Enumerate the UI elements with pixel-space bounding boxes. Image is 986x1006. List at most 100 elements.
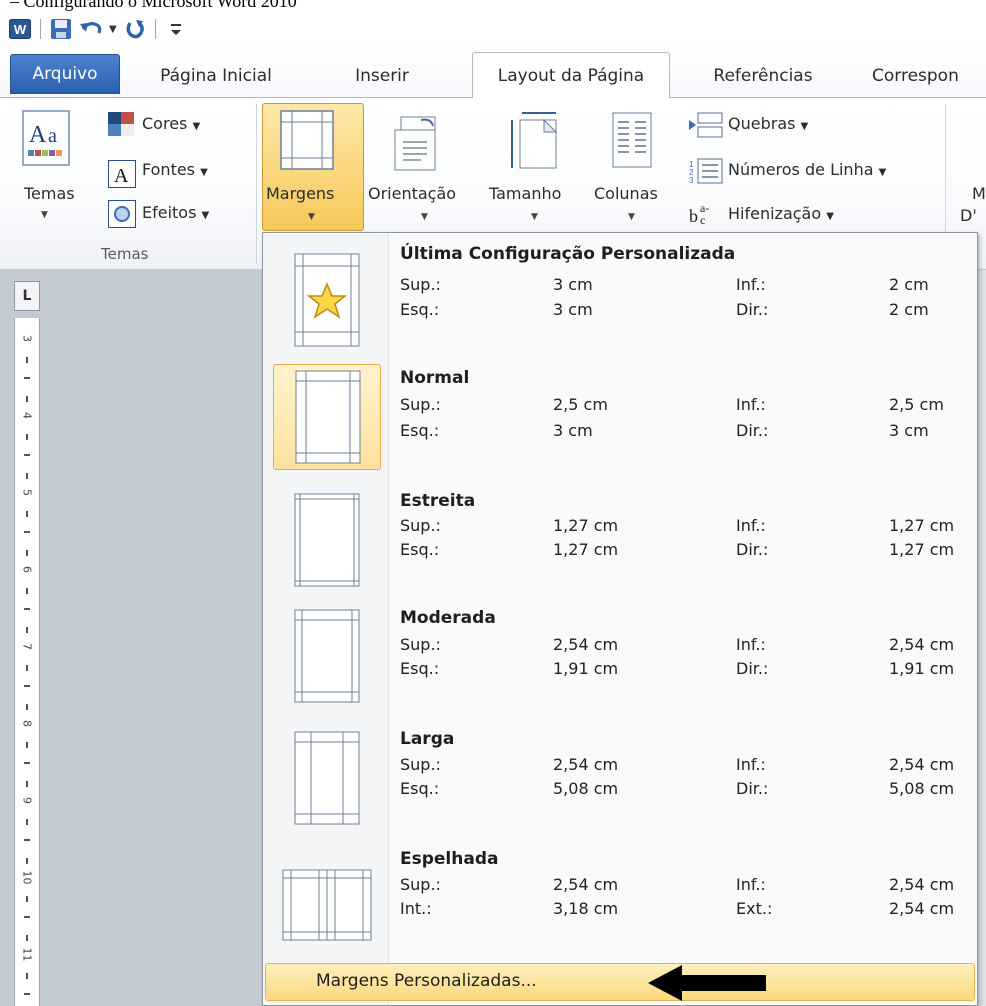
fonts-button[interactable]: Fontes ▼ [142, 160, 208, 179]
size-icon[interactable] [508, 110, 558, 174]
margin-preview-box [273, 726, 381, 832]
value-top: 2,54 cm [553, 755, 619, 774]
orientation-label[interactable]: Orientação [368, 184, 456, 203]
label-bottom: Inf.: [736, 875, 766, 894]
ruler-tick-mark [26, 357, 28, 364]
value-left: 5,08 cm [553, 779, 619, 798]
tab-insert[interactable]: Inserir [340, 59, 424, 93]
tab-references[interactable]: Referências [698, 59, 828, 93]
ruler-number: 5 [20, 489, 34, 496]
line-numbers-button[interactable]: Números de Linha ▼ [728, 160, 886, 179]
orientation-dropdown-icon[interactable]: ▼ [421, 212, 428, 222]
hyphenation-icon: b a-c [688, 200, 726, 230]
label-top: Sup.: [400, 635, 441, 654]
document-edge [978, 270, 986, 1006]
ruler-tick-mark [24, 453, 30, 456]
group-separator [256, 104, 257, 264]
margin-option-moderate[interactable]: Moderada Sup.: 2,54 cm Inf.: 2,54 cm Esq… [267, 600, 973, 716]
margin-preview-icon [295, 370, 361, 464]
ruler-tick-mark [26, 665, 28, 672]
tab-selector-button[interactable]: L [14, 281, 40, 311]
effects-button[interactable]: Efeitos ▼ [142, 203, 209, 222]
label-top: Sup.: [400, 275, 441, 294]
margin-preview-icon [294, 493, 360, 587]
label-inside: Int.: [400, 899, 432, 918]
effects-icon [108, 200, 136, 232]
margin-option-wide[interactable]: Larga Sup.: 2,54 cm Inf.: 2,54 cm Esq.: … [267, 722, 973, 838]
margin-option-title: Normal [400, 368, 470, 388]
svg-text:b: b [689, 206, 698, 226]
fonts-label: Fontes [142, 160, 196, 179]
label-left: Esq.: [400, 421, 440, 440]
ruler-tick-mark [26, 973, 28, 980]
themes-dropdown-icon[interactable]: ▼ [41, 210, 48, 220]
label-top: Sup.: [400, 875, 441, 894]
ruler-number: 9 [20, 797, 34, 804]
value-top: 2,5 cm [553, 395, 608, 414]
margin-preview-box [273, 488, 381, 594]
margin-preview-box [273, 846, 381, 952]
tab-mailings[interactable]: Correspon [872, 59, 986, 93]
label-bottom: Inf.: [736, 635, 766, 654]
ruler-number: 4 [20, 412, 34, 419]
ruler-tick-mark [26, 395, 28, 402]
fonts-icon: A [108, 160, 136, 192]
label-top: Sup.: [400, 395, 441, 414]
ruler-number: 11 [20, 947, 34, 962]
qat-separator [154, 19, 156, 39]
tab-home[interactable]: Página Inicial [148, 59, 284, 93]
margin-preview-box [273, 364, 381, 470]
value-bottom: 2,5 cm [889, 395, 944, 414]
label-left: Esq.: [400, 540, 440, 559]
ruler-tick-mark [26, 549, 28, 556]
value-left: 1,27 cm [553, 540, 619, 559]
value-left: 3 cm [553, 421, 593, 440]
margin-option-normal[interactable]: Normal Sup.: 2,5 cm Inf.: 2,5 cm Esq.: 3… [267, 360, 973, 476]
undo-dropdown-icon[interactable]: ▼ [109, 24, 117, 35]
size-label[interactable]: Tamanho [489, 184, 561, 203]
columns-label[interactable]: Colunas [594, 184, 658, 203]
label-right: Dir.: [736, 779, 769, 798]
label-right: Dir.: [736, 540, 769, 559]
columns-dropdown-icon[interactable]: ▼ [628, 212, 635, 222]
margin-preview-box [273, 604, 381, 710]
margin-preview-icon [294, 253, 360, 347]
value-right: 5,08 cm [889, 779, 955, 798]
undo-icon[interactable] [79, 18, 103, 40]
columns-icon[interactable] [612, 112, 652, 172]
tab-file[interactable]: Arquivo [10, 54, 120, 94]
save-icon[interactable] [49, 18, 73, 40]
themes-icon[interactable]: A a [22, 110, 70, 170]
ruler-tick-mark [24, 530, 30, 533]
value-right: 1,91 cm [889, 659, 955, 678]
label-outside: Ext.: [736, 899, 773, 918]
label-left: Esq.: [400, 300, 440, 319]
margin-option-narrow[interactable]: Estreita Sup.: 1,27 cm Inf.: 1,27 cm Esq… [267, 484, 973, 600]
margin-option-last-custom[interactable]: Última Configuração Personalizada Sup.: … [267, 244, 973, 360]
themes-button-label[interactable]: Temas [24, 184, 75, 203]
margin-option-title: Estreita [400, 491, 476, 511]
size-dropdown-icon[interactable]: ▼ [531, 212, 538, 222]
margin-preview-box [273, 248, 381, 354]
ruler-tick-mark [26, 896, 28, 903]
breaks-button[interactable]: Quebras ▼ [728, 114, 808, 133]
hyphenation-button[interactable]: Hifenização ▼ [728, 204, 834, 223]
ruler-tick-mark [24, 607, 30, 610]
margins-icon [280, 110, 334, 174]
ruler-tick-mark [26, 703, 28, 710]
colors-button[interactable]: Cores ▼ [142, 114, 200, 133]
margin-preview-icon [282, 869, 372, 941]
word-app-icon[interactable]: W [8, 18, 32, 40]
redo-icon[interactable] [123, 18, 147, 40]
margin-option-mirrored[interactable]: Espelhada Sup.: 2,54 cm Inf.: 2,54 cm In… [267, 842, 973, 958]
orientation-icon[interactable] [393, 116, 439, 176]
ruler-tick-mark [26, 780, 28, 787]
svg-text:c: c [700, 213, 705, 226]
tab-page-layout[interactable]: Layout da Página [472, 52, 670, 99]
svg-text:3: 3 [689, 176, 694, 184]
customize-toolbar-icon[interactable] [164, 18, 188, 40]
pointer-arrow-icon [648, 965, 766, 1001]
value-left: 3 cm [553, 300, 593, 319]
margins-dropdown-icon[interactable]: ▼ [308, 212, 315, 222]
value-bottom: 1,27 cm [889, 516, 955, 535]
